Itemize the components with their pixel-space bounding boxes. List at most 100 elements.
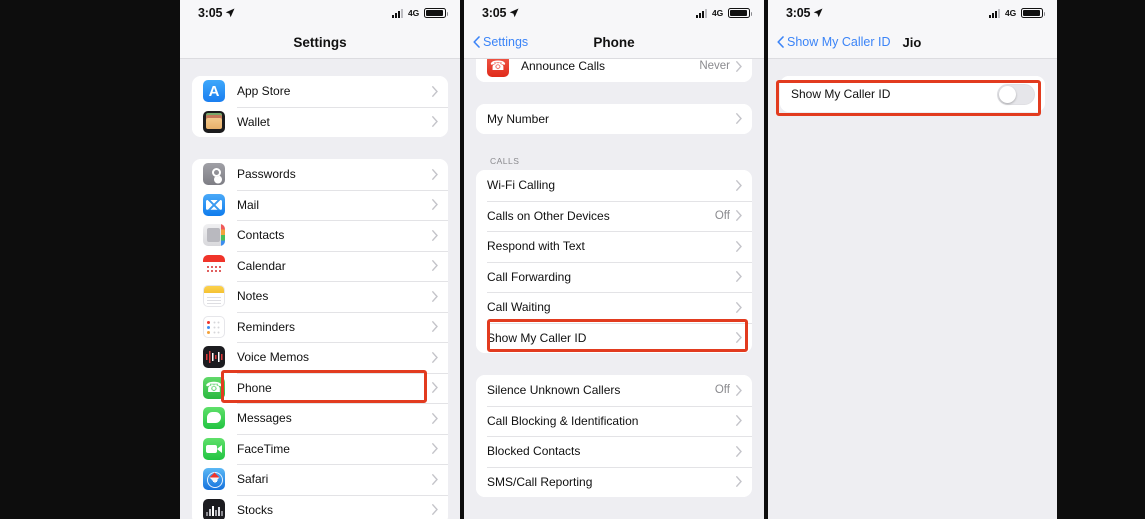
chevron-right-icon [432,290,438,302]
list-item-sms-call-reporting[interactable]: SMS/Call Reporting [476,466,752,497]
chevron-right-icon [432,199,438,211]
chevron-right-icon [736,210,742,222]
list-item-respond-with-text[interactable]: Respond with Text [476,231,752,262]
chevron-right-icon [736,113,742,125]
status-bar-right: 4G [989,8,1045,18]
row-label: FaceTime [237,441,290,456]
sidebar-item-facetime[interactable]: FaceTime [192,433,448,464]
list-item-announce-calls[interactable]: Announce Calls Never [476,59,752,82]
sidebar-item-phone[interactable]: Phone [192,372,448,403]
chevron-right-icon [736,60,742,72]
list-item-call-waiting[interactable]: Call Waiting [476,292,752,323]
list-item-show-my-caller-id[interactable]: Show My Caller ID [476,322,752,353]
phone-group-announce: Announce Calls Never [476,59,752,82]
sidebar-item-voice-memos[interactable]: Voice Memos [192,342,448,373]
row-label: Voice Memos [237,350,310,365]
messages-icon [203,407,225,430]
screenshot-stage: 3:05 4G Settings App Store [0,0,1145,519]
network-type-label: 4G [712,8,723,18]
chevron-right-icon [432,443,438,455]
sidebar-item-app-store[interactable]: App Store [192,76,448,107]
sidebar-item-wallet[interactable]: Wallet [192,106,448,137]
battery-icon [728,8,752,18]
panel-settings: 3:05 4G Settings App Store [180,0,460,519]
chevron-right-icon [736,445,742,457]
back-button-show-my-caller-id[interactable]: Show My Caller ID [777,35,891,49]
list-item-blocked-contacts[interactable]: Blocked Contacts [476,436,752,467]
chevron-right-icon [736,415,742,427]
row-label: My Number [487,111,550,126]
show-my-caller-id-toggle[interactable] [997,83,1035,105]
page-title-settings: Settings [293,34,347,50]
status-bar-panel2: 3:05 4G [464,0,764,26]
sidebar-item-calendar[interactable]: Calendar [192,250,448,281]
row-label: SMS/Call Reporting [487,474,593,489]
stocks-icon [203,498,225,519]
status-time: 3:05 [198,6,223,20]
chevron-right-icon [432,229,438,241]
settings-group-apps: App Store Wallet [192,76,448,137]
chevron-right-icon [432,260,438,272]
sidebar-item-stocks[interactable]: Stocks [192,494,448,519]
row-label: Phone [237,380,272,395]
row-label: Respond with Text [487,239,585,254]
list-item-call-forwarding[interactable]: Call Forwarding [476,261,752,292]
status-bar-left: 3:05 [482,6,519,20]
phone-scroll-area[interactable]: Announce Calls Never My Number CALLS Wi-… [464,59,764,519]
phone-icon [203,376,225,399]
nav-bar-panel3: Show My Caller ID Jio [768,26,1057,59]
network-type-label: 4G [1005,8,1016,18]
row-label: Wi-Fi Calling [487,178,556,193]
list-item-wifi-calling[interactable]: Wi-Fi Calling [476,170,752,201]
panel-jio-caller-id: 3:05 4G Show My Caller ID Jio Show My Ca… [768,0,1057,519]
chevron-right-icon [432,351,438,363]
chevron-right-icon [736,271,742,283]
row-label: Announce Calls [521,59,606,74]
list-item-show-my-caller-id-toggle[interactable]: Show My Caller ID [780,76,1045,112]
row-label: Safari [237,472,269,487]
network-type-label: 4G [408,8,419,18]
status-bar-panel3: 3:05 4G [768,0,1057,26]
back-button-settings[interactable]: Settings [464,35,528,49]
chevron-right-icon [432,116,438,128]
caller-id-scroll-area[interactable]: Show My Caller ID [768,59,1057,519]
settings-group-system-apps: Passwords Mail Contacts Calendar Notes R… [192,159,448,519]
row-label: Wallet [237,114,270,129]
sidebar-item-passwords[interactable]: Passwords [192,159,448,190]
sidebar-item-reminders[interactable]: Reminders [192,311,448,342]
status-bar-right: 4G [392,8,448,18]
section-header-calls: CALLS [490,156,520,166]
settings-scroll-area[interactable]: App Store Wallet Passwords [180,59,460,519]
chevron-right-icon [432,321,438,333]
status-bar-panel1: 3:05 4G [180,0,460,26]
contacts-icon [203,224,225,247]
chevron-right-icon [432,473,438,485]
chevron-left-icon [473,36,480,48]
passwords-icon [203,163,225,186]
chevron-right-icon [736,476,742,488]
announce-calls-icon [487,59,509,78]
row-value: Off [714,209,730,222]
row-value: Never [699,60,730,73]
sidebar-item-safari[interactable]: Safari [192,464,448,495]
row-label: Call Blocking & Identification [487,413,639,428]
panel-phone: 3:05 4G Settings Phone ☎ Announce Calls … [464,0,764,519]
sidebar-item-mail[interactable]: Mail [192,189,448,220]
sidebar-item-contacts[interactable]: Contacts [192,220,448,251]
row-label: Messages [237,411,292,426]
list-item-calls-on-other-devices[interactable]: Calls on Other Devices Off [476,200,752,231]
chevron-right-icon [736,301,742,313]
row-value: Off [714,384,730,397]
row-label: Passwords [237,167,296,182]
voice-memos-icon [203,346,225,369]
chevron-right-icon [736,240,742,252]
list-item-call-blocking-identification[interactable]: Call Blocking & Identification [476,405,752,436]
row-label: Contacts [237,228,285,243]
sidebar-item-notes[interactable]: Notes [192,281,448,312]
phone-group-calls: Wi-Fi Calling Calls on Other Devices Off… [476,170,752,353]
row-label: Show My Caller ID [487,330,587,345]
list-item-silence-unknown-callers[interactable]: Silence Unknown Callers Off [476,375,752,406]
sidebar-item-messages[interactable]: Messages [192,403,448,434]
list-item-my-number[interactable]: My Number [476,103,752,134]
phone-group-blocking: Silence Unknown Callers Off Call Blockin… [476,375,752,497]
